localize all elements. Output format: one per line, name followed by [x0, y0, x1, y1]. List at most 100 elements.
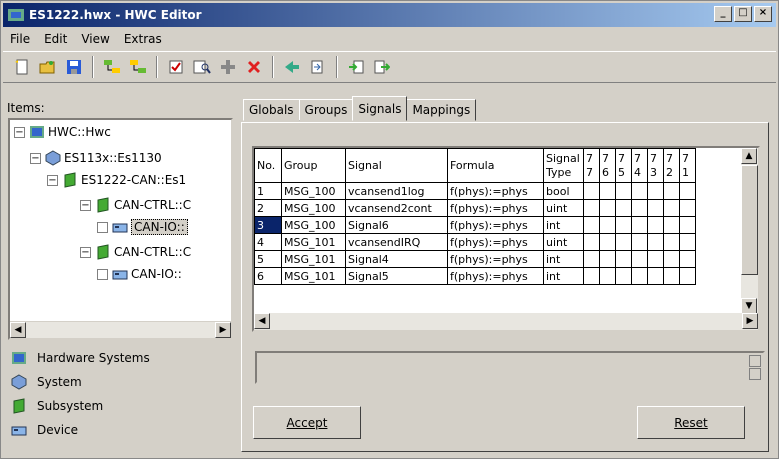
cell-signal[interactable]: vcansendIRQ	[345, 233, 448, 251]
collapse-icon[interactable]: −	[14, 126, 25, 138]
scroll-left-icon[interactable]: ◀	[10, 322, 26, 338]
tab-signals[interactable]: Signals	[352, 96, 408, 121]
cell-signal-type[interactable]: int	[543, 267, 584, 285]
delete-icon[interactable]	[243, 56, 265, 78]
cell-bit[interactable]	[583, 233, 600, 251]
signals-grid[interactable]: No. Group Signal Formula Signal Type 7 7…	[252, 146, 760, 332]
cell-formula[interactable]: f(phys):=phys	[447, 216, 544, 234]
cell-bit[interactable]	[599, 182, 616, 200]
cell-bit[interactable]	[663, 199, 680, 217]
table-row[interactable]: 2 MSG_100 vcansend2cont f(phys):=phys ui…	[254, 199, 696, 217]
cell-bit[interactable]	[583, 216, 600, 234]
cell-formula[interactable]: f(phys):=phys	[447, 199, 544, 217]
cell-bit[interactable]	[663, 267, 680, 285]
scroll-down-icon[interactable]: ▼	[741, 298, 757, 314]
cell-bit[interactable]	[679, 233, 696, 251]
spin-up-icon[interactable]	[749, 355, 761, 367]
column-header[interactable]: Signal	[345, 148, 448, 183]
cell-no[interactable]: 4	[254, 233, 282, 251]
tab-globals[interactable]: Globals	[243, 99, 300, 121]
menu-edit[interactable]: Edit	[37, 32, 74, 46]
cell-signal-type[interactable]: int	[543, 250, 584, 268]
table-row[interactable]: 3 MSG_100 Signal6 f(phys):=phys int	[254, 216, 696, 234]
collapse-icon[interactable]: −	[47, 174, 58, 186]
maximize-button[interactable]: □	[734, 6, 752, 22]
cell-bit[interactable]	[647, 233, 664, 251]
cell-formula[interactable]: f(phys):=phys	[447, 233, 544, 251]
collapse-icon[interactable]: −	[80, 246, 91, 258]
cell-signal[interactable]: Signal6	[345, 216, 448, 234]
cell-bit[interactable]	[663, 182, 680, 200]
tree-node-io-2[interactable]: CAN-IO::	[97, 266, 182, 282]
cell-no[interactable]: 1	[254, 182, 282, 200]
cell-no[interactable]: 6	[254, 267, 282, 285]
cell-bit[interactable]	[631, 250, 648, 268]
column-header[interactable]: 7 4	[631, 148, 648, 183]
cell-group[interactable]: MSG_100	[281, 182, 346, 200]
import-signals-icon[interactable]	[281, 56, 303, 78]
grid-horizontal-scrollbar[interactable]: ◀ ▶	[254, 313, 758, 330]
cell-bit[interactable]	[647, 267, 664, 285]
scroll-up-icon[interactable]: ▲	[741, 148, 757, 164]
spin-down-icon[interactable]	[749, 368, 761, 380]
accept-button[interactable]: Accept	[253, 406, 361, 439]
cell-bit[interactable]	[599, 250, 616, 268]
cell-formula[interactable]: f(phys):=phys	[447, 267, 544, 285]
menu-view[interactable]: View	[74, 32, 116, 46]
items-tree[interactable]: − HWC::Hwc − ES113x::Es1130 − ES1222-CAN…	[8, 118, 233, 340]
close-button[interactable]: ×	[754, 6, 772, 22]
cell-no[interactable]: 3	[254, 216, 282, 234]
cell-bit[interactable]	[663, 233, 680, 251]
cell-bit[interactable]	[647, 182, 664, 200]
cell-signal-type[interactable]: int	[543, 216, 584, 234]
cell-bit[interactable]	[583, 250, 600, 268]
cell-group[interactable]: MSG_101	[281, 267, 346, 285]
cell-bit[interactable]	[583, 199, 600, 217]
table-row[interactable]: 5 MSG_101 Signal4 f(phys):=phys int	[254, 250, 696, 268]
cell-bit[interactable]	[583, 182, 600, 200]
cell-group[interactable]: MSG_100	[281, 216, 346, 234]
collapse-icon[interactable]: −	[30, 152, 41, 164]
column-header[interactable]: Formula	[447, 148, 544, 183]
cell-bit[interactable]	[663, 250, 680, 268]
cell-bit[interactable]	[647, 199, 664, 217]
cell-bit[interactable]	[631, 216, 648, 234]
table-row[interactable]: 1 MSG_100 vcansend1log f(phys):=phys boo…	[254, 182, 696, 200]
expand-icon[interactable]	[97, 268, 108, 280]
cell-signal[interactable]: vcansend1log	[345, 182, 448, 200]
column-header[interactable]: 7 3	[647, 148, 664, 183]
column-header[interactable]: No.	[254, 148, 282, 183]
cell-signal[interactable]: Signal4	[345, 250, 448, 268]
cell-signal[interactable]: Signal5	[345, 267, 448, 285]
cell-bit[interactable]	[631, 199, 648, 217]
scroll-right-icon[interactable]: ▶	[215, 322, 231, 338]
check-list-icon[interactable]	[165, 56, 187, 78]
tree-node-root[interactable]: − HWC::Hwc	[14, 124, 111, 140]
tab-mappings[interactable]: Mappings	[406, 99, 477, 121]
table-row[interactable]: 6 MSG_101 Signal5 f(phys):=phys int	[254, 267, 696, 285]
cell-bit[interactable]	[615, 250, 632, 268]
collapse-icon[interactable]: −	[80, 199, 91, 211]
column-header[interactable]: 7 7	[583, 148, 600, 183]
cell-bit[interactable]	[599, 267, 616, 285]
copy-out-icon[interactable]	[371, 56, 393, 78]
open-folder-icon[interactable]	[37, 56, 59, 78]
save-icon[interactable]	[63, 56, 85, 78]
cell-bit[interactable]	[631, 267, 648, 285]
cell-signal-type[interactable]: bool	[543, 182, 584, 200]
cell-bit[interactable]	[663, 216, 680, 234]
new-file-icon[interactable]	[11, 56, 33, 78]
cell-formula[interactable]: f(phys):=phys	[447, 182, 544, 200]
cell-bit[interactable]	[647, 250, 664, 268]
table-row[interactable]: 4 MSG_101 vcansendIRQ f(phys):=phys uint	[254, 233, 696, 251]
cell-bit[interactable]	[679, 199, 696, 217]
tree-node-ctrl-1[interactable]: − CAN-CTRL::C	[80, 197, 191, 213]
cell-bit[interactable]	[679, 216, 696, 234]
grid-vertical-scrollbar[interactable]: ▲ ▼	[741, 148, 758, 314]
tree-node-system[interactable]: − ES113x::Es1130	[30, 150, 162, 166]
cell-formula[interactable]: f(phys):=phys	[447, 250, 544, 268]
cell-signal-type[interactable]: uint	[543, 233, 584, 251]
cell-group[interactable]: MSG_101	[281, 250, 346, 268]
cell-bit[interactable]	[583, 267, 600, 285]
export-signals-icon[interactable]	[307, 56, 329, 78]
